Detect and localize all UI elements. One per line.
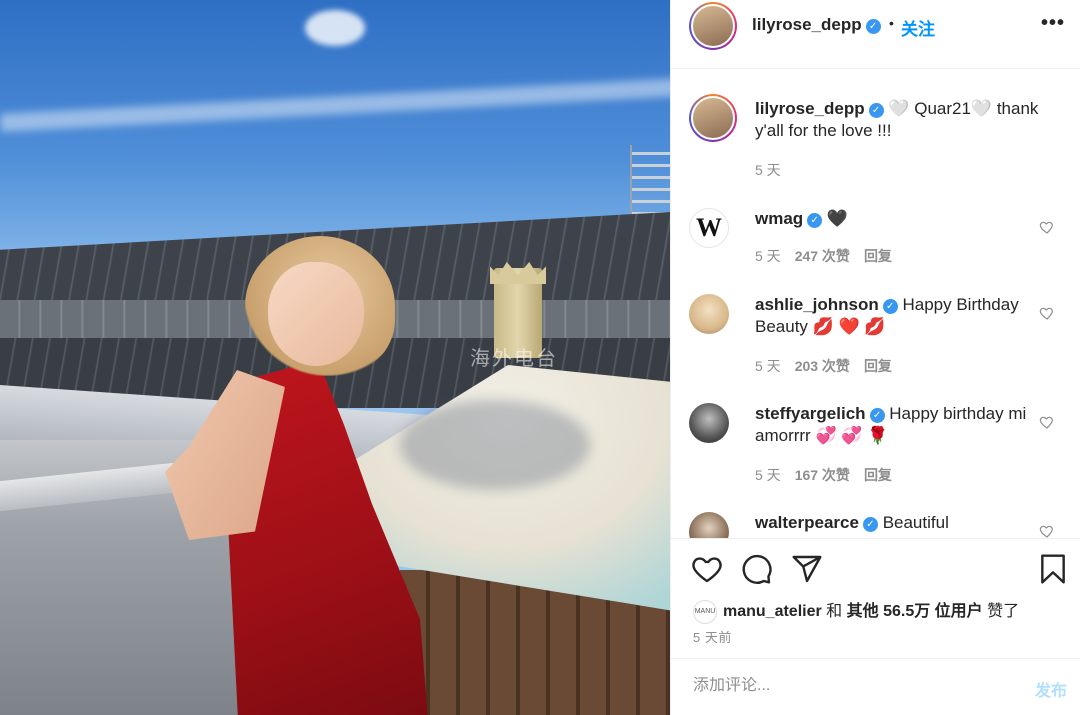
umbrella-shadow: [400, 400, 590, 490]
follow-button[interactable]: 关注: [901, 15, 935, 40]
comment-meta: 5 天 247 次赞 回复: [755, 246, 892, 266]
reply-button[interactable]: 回复: [864, 358, 892, 374]
comment-meta: 5 天 203 次赞 回复: [755, 356, 892, 376]
comment-heart-icon[interactable]: [1039, 305, 1055, 321]
add-comment-bar: 发布: [671, 658, 1080, 715]
comment-icon[interactable]: [741, 553, 773, 585]
verified-icon: ✓: [868, 103, 884, 118]
comment-username[interactable]: ashlie_johnson: [755, 295, 879, 314]
face: [268, 262, 364, 366]
bookmark-icon[interactable]: [1037, 553, 1069, 585]
comment-time: 5 天: [755, 467, 781, 483]
post-comment-button[interactable]: 发布: [1035, 677, 1067, 701]
comment-time: 5 天: [755, 248, 781, 264]
heart-icon[interactable]: [691, 553, 723, 585]
comments-list[interactable]: lilyrose_depp ✓ 🤍 Quar21🤍 thank y'all for…: [671, 70, 1080, 538]
post-time[interactable]: 5 天前: [693, 627, 732, 646]
verified-icon: ✓: [862, 517, 878, 532]
author-avatar[interactable]: [689, 2, 737, 50]
post-actions: MANU manu_atelier 和 其他 56.5万 位用户 赞了 5 天前: [671, 538, 1080, 658]
author-username[interactable]: lilyrose_depp ✓: [752, 15, 881, 35]
comment-text: walterpearce ✓ Beautiful: [755, 512, 1045, 534]
post-photo[interactable]: 海外电台: [0, 0, 670, 715]
verified-icon: ✓: [882, 299, 898, 314]
comment-heart-icon[interactable]: [1039, 219, 1055, 235]
comment-body: 🖤: [826, 209, 849, 228]
likes-summary: MANU manu_atelier 和 其他 56.5万 位用户 赞了: [693, 597, 1019, 624]
comment-avatar[interactable]: W: [689, 208, 729, 248]
comment-like-count[interactable]: 167 次赞: [795, 467, 850, 483]
separator-dot: •: [889, 15, 894, 31]
send-icon[interactable]: [791, 553, 823, 585]
caption-text: lilyrose_depp ✓ 🤍 Quar21🤍 thank y'all for…: [755, 98, 1045, 142]
watermark: 海外电台: [470, 348, 558, 370]
comment-avatar[interactable]: [689, 294, 729, 334]
post-sidebar: lilyrose_depp ✓ • 关注 ••• lilyrose_depp ✓ 🤍…: [670, 0, 1080, 715]
comment-heart-icon[interactable]: [1039, 523, 1055, 538]
comment-like-count[interactable]: 247 次赞: [795, 248, 850, 264]
comment-avatar[interactable]: [689, 403, 729, 443]
comment-avatar[interactable]: [689, 512, 729, 538]
post-header: lilyrose_depp ✓ • 关注 •••: [671, 0, 1080, 69]
comment-text: ashlie_johnson ✓ Happy Birthday Beauty 💋 …: [755, 294, 1045, 338]
caption-avatar[interactable]: [689, 94, 737, 142]
comment-meta: 5 天 167 次赞 回复: [755, 465, 892, 485]
author-username-text[interactable]: lilyrose_depp: [752, 15, 862, 34]
comment-like-count[interactable]: 203 次赞: [795, 358, 850, 374]
reply-button[interactable]: 回复: [864, 467, 892, 483]
reply-button[interactable]: 回复: [864, 248, 892, 264]
comment-input[interactable]: [693, 677, 993, 695]
likes-connector: 和: [821, 603, 847, 620]
comment-text: wmag ✓ 🖤: [755, 208, 1045, 230]
comment-body: Beautiful: [882, 513, 949, 532]
caption-username[interactable]: lilyrose_depp: [755, 99, 865, 118]
caption-time: 5 天: [755, 162, 781, 178]
likes-count[interactable]: 其他 56.5万 位用户: [847, 603, 983, 620]
liker-avatar[interactable]: MANU: [693, 599, 717, 624]
comment-username[interactable]: wmag: [755, 209, 803, 228]
likes-suffix: 赞了: [982, 603, 1020, 620]
comment-time: 5 天: [755, 358, 781, 374]
comment-text: steffyargelich ✓ Happy birthday mi amorrr…: [755, 403, 1045, 447]
verified-icon: ✓: [869, 408, 885, 423]
verified-icon: ✓: [865, 19, 881, 34]
comment-heart-icon[interactable]: [1039, 414, 1055, 430]
comment-username[interactable]: steffyargelich: [755, 404, 866, 423]
comment-username[interactable]: walterpearce: [755, 513, 859, 532]
scaffold-tower: [630, 145, 670, 215]
verified-icon: ✓: [807, 213, 823, 228]
more-options-icon[interactable]: •••: [1041, 12, 1065, 35]
liker-username[interactable]: manu_atelier: [723, 603, 822, 620]
cloud-streak: [0, 78, 670, 132]
cloud: [305, 10, 365, 46]
